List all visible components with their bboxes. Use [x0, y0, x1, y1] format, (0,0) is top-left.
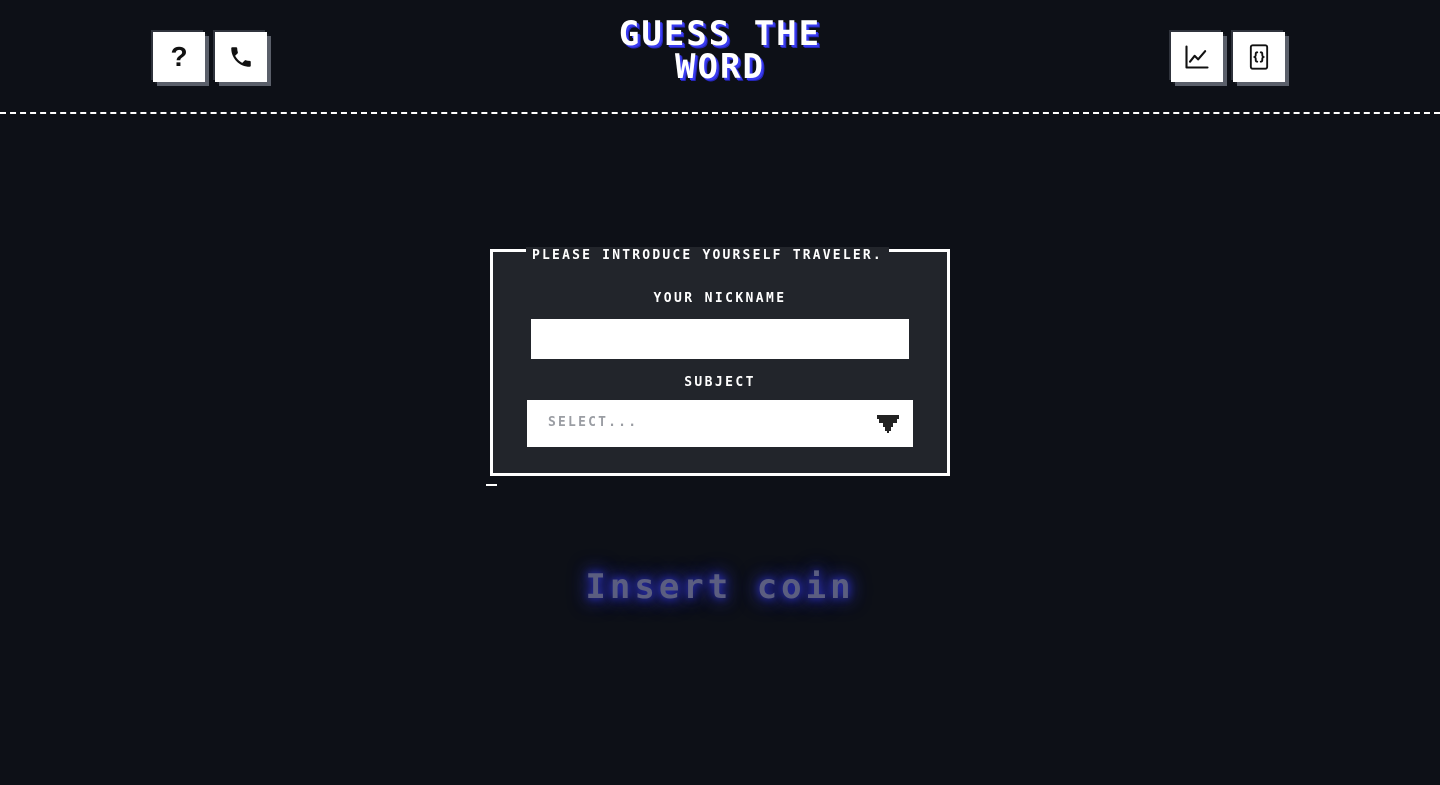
app-root: ? GUESS THE WORD PLEASE INTRODUCE YOURSE… [0, 0, 1440, 785]
nickname-label: YOUR NICKNAME [653, 291, 787, 306]
panel-corner-mark [486, 484, 497, 486]
intro-form-panel: PLEASE INTRODUCE YOURSELF TRAVELER. YOUR… [486, 245, 954, 480]
pixel-down-arrow-icon [877, 415, 899, 433]
help-button[interactable]: ? [153, 32, 205, 82]
statistics-button[interactable] [1171, 32, 1223, 82]
form-legend: PLEASE INTRODUCE YOURSELF TRAVELER. [526, 247, 889, 265]
page-title: GUESS THE WORD [618, 14, 822, 87]
subject-placeholder: SELECT... [548, 415, 639, 430]
line-chart-icon [1185, 45, 1209, 69]
subject-select[interactable]: SELECT... [527, 400, 913, 447]
nickname-input[interactable] [531, 319, 909, 359]
insert-coin-prompt: Insert coin [585, 567, 855, 607]
contact-button[interactable] [215, 32, 267, 82]
question-mark-icon: ? [170, 41, 188, 72]
subject-label: SUBJECT [684, 375, 756, 390]
phone-icon [231, 47, 251, 67]
top-bar: ? GUESS THE WORD [0, 0, 1440, 114]
api-docs-button[interactable] [1233, 32, 1285, 82]
code-braces-document-icon [1249, 44, 1269, 70]
